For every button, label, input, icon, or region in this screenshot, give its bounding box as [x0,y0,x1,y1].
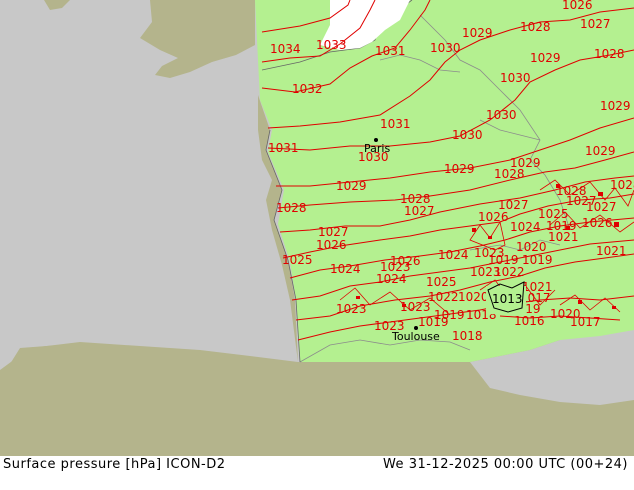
isobar-label: 1019 [522,253,553,267]
low-pressure-center: 1013 [486,281,526,314]
isobar-label: 1028 [594,47,625,61]
isobar-label: 1025 [282,253,313,267]
isobar-label: 1029 [444,162,475,176]
isobar-label: 1030 [452,128,483,142]
isobar-label: 1027 [580,17,611,31]
city-label-paris: Paris [364,142,390,155]
isobar-label: 1027 [318,225,349,239]
isobar-label: 1018 [452,329,483,343]
isobar-label: 1034 [270,42,301,56]
isobar-label: 1022 [428,290,459,304]
isobar-label: 1027 [404,204,435,218]
isobar-label: 1026 [478,210,509,224]
isobar-label: 1028 [276,201,307,215]
isobar-label: 1022 [494,265,525,279]
isobar-label: 1025 [426,275,457,289]
isobar-label: 1027 [586,200,617,214]
isobar-label: 1031 [375,44,406,58]
isobar-label: 1016 [514,314,545,328]
isobar-label: 1031 [268,141,299,155]
isobar-label: 1026 [562,0,593,12]
forecast-timestamp: We 31-12-2025 00:00 UTC (00+24) [382,457,628,472]
isobar-label: 1031 [380,117,411,131]
isobar-label: 1029 [462,26,493,40]
isobar-label: 1021 [596,244,627,258]
isobar-label: 1023 [336,302,367,316]
isobar-label: 1030 [430,41,461,55]
isobar-label: 1024 [510,220,541,234]
isobar-label: 1029 [600,99,631,113]
isobar-label: 1020 [458,290,489,304]
isobar-label: 1024 [438,248,469,262]
isobar-label: 1024 [376,272,407,286]
isobar-label: 1017 [570,315,601,329]
pressure-map[interactable]: 1034 1033 1032 1031 1030 1029 1028 1027 … [0,0,634,456]
isobar-label: 1028 [610,178,634,192]
isobar-label: 1023 [400,300,431,314]
isobar-label: 1024 [330,262,361,276]
isobar-label: 1033 [316,38,347,52]
isobar-label: 1021 [548,230,579,244]
city-label-toulouse: Toulouse [391,330,440,343]
isobar-label: 1026 [582,216,613,230]
weather-map-view: 1034 1033 1032 1031 1030 1029 1028 1027 … [0,0,634,490]
map-title: Surface pressure [hPa] ICON-D2 [3,457,226,472]
isobar-label: 1028 [520,20,551,34]
isobar-label: 1030 [486,108,517,122]
isobar-label: 1026 [316,238,347,252]
isobar-label: 1019 [418,315,449,329]
isobar-label: 1030 [500,71,531,85]
isobar-label: 1029 [585,144,616,158]
map-footer: Surface pressure [hPa] ICON-D2 We 31-12-… [0,456,634,490]
isobar-label: 1029 [530,51,561,65]
isobar-label: 1020 [516,240,547,254]
low-pressure-label: 1013 [492,292,523,306]
isobar-label: 1028 [494,167,525,181]
isobar-label: 1029 [336,179,367,193]
isobar-label: 1032 [292,82,323,96]
